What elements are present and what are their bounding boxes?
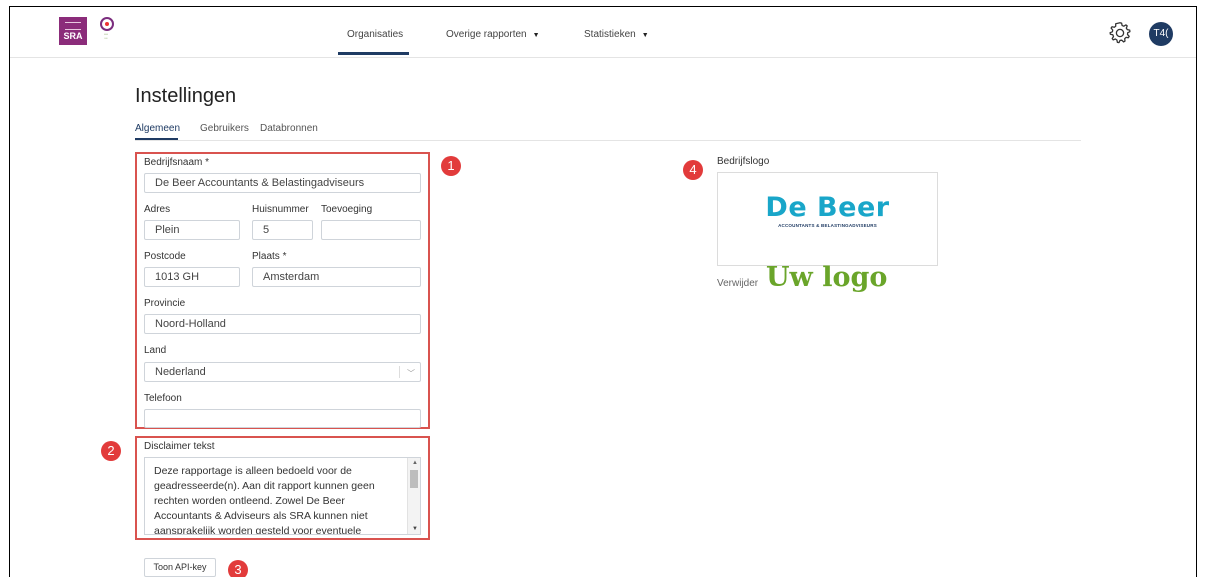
company-logo-preview[interactable]: De Beer ACCOUNTANTS & BELASTINGADVISEURS — [717, 172, 938, 266]
annotation-badge-1: 1 — [441, 156, 461, 176]
tab-gebruikers[interactable]: Gebruikers — [200, 123, 249, 134]
provincie-label: Provincie — [144, 298, 186, 309]
verwijder-link[interactable]: Verwijder — [717, 278, 758, 289]
toevoeging-label: Toevoeging — [321, 204, 373, 215]
company-logo-name: De Beer — [765, 192, 890, 223]
adres-input[interactable]: Plein — [144, 220, 240, 240]
annotation-box-company-details — [135, 152, 430, 429]
huisnummer-label: Huisnummer — [252, 204, 309, 215]
land-label: Land — [144, 345, 167, 356]
partner-logo: •••• ••• — [96, 16, 116, 46]
bedrijfslogo-label: Bedrijfslogo — [717, 156, 770, 167]
app-window: SRA •••• ••• Organisaties Overige rapport… — [9, 6, 1197, 577]
tab-databronnen[interactable]: Databronnen — [260, 123, 318, 134]
adres-label: Adres — [144, 204, 171, 215]
toevoeging-input[interactable] — [321, 220, 421, 240]
postcode-input[interactable]: 1013 GH — [144, 267, 240, 287]
annotation-badge-4: 4 — [683, 160, 703, 180]
huisnummer-input[interactable]: 5 — [252, 220, 313, 240]
annotation-badge-3: 3 — [228, 560, 248, 577]
nav-statistieken[interactable]: Statistieken ▼ — [584, 29, 649, 40]
sra-logo[interactable]: SRA — [59, 17, 87, 45]
bedrijfsnaam-input[interactable]: De Beer Accountants & Belastingadviseurs — [144, 173, 421, 193]
disclaimer-scrollbar[interactable]: ▲ ▼ — [407, 458, 420, 534]
caret-down-icon: ▼ — [641, 32, 649, 39]
scroll-up-icon[interactable]: ▲ — [412, 460, 418, 466]
toon-api-key-button[interactable]: Toon API-key — [144, 558, 216, 577]
disclaimer-label: Disclaimer tekst — [144, 441, 215, 452]
tabs-divider — [135, 140, 1081, 141]
select-separator — [399, 366, 400, 378]
gear-icon[interactable] — [1108, 21, 1132, 45]
disclaimer-textarea[interactable]: Deze rapportage is alleen bedoeld voor d… — [144, 457, 421, 535]
caret-down-icon: ▼ — [532, 32, 540, 39]
postcode-label: Postcode — [144, 251, 186, 262]
nav-organisaties[interactable]: Organisaties — [347, 29, 403, 40]
uw-logo-overlay: Uw logo — [766, 262, 888, 293]
scroll-down-icon[interactable]: ▼ — [412, 526, 418, 532]
scrollbar-thumb[interactable] — [410, 470, 418, 488]
disclaimer-text: Deze rapportage is alleen bedoeld voor d… — [154, 465, 375, 535]
nav-active-indicator — [338, 52, 409, 55]
user-avatar[interactable]: T4( — [1149, 22, 1173, 46]
provincie-input[interactable]: Noord-Holland — [144, 314, 421, 334]
partner-logo-mark: •••• ••• — [103, 32, 109, 40]
plaats-input[interactable]: Amsterdam — [252, 267, 421, 287]
annotation-badge-2: 2 — [101, 441, 121, 461]
nav-overige-rapporten-label: Overige rapporten — [446, 29, 527, 40]
telefoon-input[interactable] — [144, 409, 421, 428]
page-title: Instellingen — [135, 85, 237, 107]
nav-overige-rapporten[interactable]: Overige rapporten ▼ — [446, 29, 540, 40]
land-select-value: Nederland — [155, 366, 206, 378]
nav-organisaties-label: Organisaties — [347, 29, 404, 40]
tab-algemeen[interactable]: Algemeen — [135, 123, 180, 134]
telefoon-label: Telefoon — [144, 393, 182, 404]
nav-statistieken-label: Statistieken — [584, 29, 636, 40]
land-select[interactable]: Nederland ﹀ — [144, 362, 421, 382]
partner-logo-icon — [100, 17, 114, 31]
chevron-down-icon: ﹀ — [407, 369, 415, 378]
company-logo-subtitle: ACCOUNTANTS & BELASTINGADVISEURS — [778, 223, 877, 228]
bedrijfsnaam-label: Bedrijfsnaam * — [144, 157, 210, 168]
top-navigation-bar: SRA •••• ••• Organisaties Overige rapport… — [10, 7, 1196, 58]
plaats-label: Plaats * — [252, 251, 287, 262]
